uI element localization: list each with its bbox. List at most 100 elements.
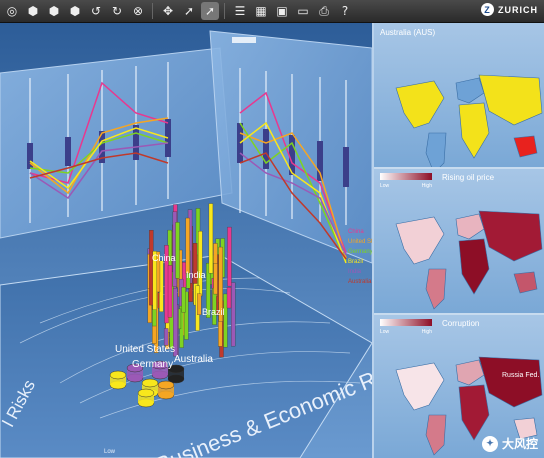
view-side-icon: ⬢ [48, 4, 60, 18]
disc-top [157, 380, 175, 390]
world-map-oil-price[interactable] [374, 169, 544, 313]
brand-name: ZURICH [498, 4, 538, 15]
bar-mark[interactable] [181, 287, 186, 313]
reset-button[interactable]: ⊗ [129, 2, 147, 20]
help-button[interactable]: ? [336, 2, 354, 20]
open-folder-button[interactable]: ▭ [294, 2, 312, 20]
legend-gradient [380, 319, 432, 326]
select-button[interactable]: ➚ [180, 2, 198, 20]
bar-mark[interactable] [208, 203, 214, 274]
bar-mark[interactable] [197, 293, 202, 315]
map-region-south-america[interactable] [425, 414, 447, 456]
map-region-asia[interactable] [478, 74, 543, 126]
calendar-button[interactable]: ▦ [252, 2, 270, 20]
toolbar: ◎ ⬢ ⬢ ⬢ ↺ ↻ ⊗ ✥ ➚ ➚ ☰ ▦ ▣ ▭ ⎙? [0, 0, 544, 23]
series-label: Australia [348, 279, 372, 285]
series-label: United States [348, 239, 372, 245]
bar-mark[interactable] [167, 265, 173, 318]
legend-high: High [421, 183, 432, 189]
bar-mark[interactable] [223, 293, 228, 348]
watermark-text: 大风控 [501, 437, 538, 451]
map-region-europe[interactable] [455, 359, 485, 386]
3d-scene[interactable]: China India Brazil United States Germany… [0, 23, 372, 458]
floor-low-label: Low [104, 449, 116, 455]
map-title: Rising oil price [442, 173, 495, 182]
country-label-brazil: Brazil [202, 307, 225, 317]
map-region-north-america[interactable] [395, 80, 445, 129]
rotate-right-button[interactable]: ↻ [108, 2, 126, 20]
pointer-button[interactable]: ➚ [201, 2, 219, 20]
print-icon: ⎙ [319, 3, 329, 18]
bar-mark[interactable] [163, 328, 169, 346]
map-legend: Low High Corruption [380, 319, 480, 335]
map-region-asia[interactable] [478, 356, 543, 408]
save-icon: ▣ [276, 4, 288, 18]
view-iso-button[interactable]: ⬢ [66, 2, 84, 20]
view-top-button[interactable]: ◎ [3, 2, 21, 20]
disc-top [141, 378, 159, 388]
watermark: ✦ 大风控 [481, 435, 538, 452]
rotate-right-icon: ↻ [111, 4, 123, 18]
bar-mark[interactable] [185, 217, 190, 274]
country-label-china: China [152, 253, 176, 263]
map-region-australia[interactable] [513, 271, 538, 294]
view-front-icon: ⬢ [27, 4, 39, 18]
map-region-africa[interactable] [458, 102, 490, 159]
box-plot [65, 137, 71, 166]
map-panel-selected-country[interactable]: Australia (AUS) [374, 23, 544, 169]
scene-canvas[interactable]: China India Brazil United States Germany… [0, 23, 372, 458]
map-region-europe[interactable] [455, 77, 485, 104]
legend-gradient [380, 173, 432, 180]
list-button[interactable]: ☰ [231, 2, 249, 20]
map-region-europe[interactable] [455, 213, 485, 240]
map-region-africa[interactable] [458, 384, 490, 441]
bar-mark[interactable] [231, 282, 236, 347]
open-folder-icon: ▭ [297, 4, 309, 18]
view-front-button[interactable]: ⬢ [24, 2, 42, 20]
country-label-us: United States [115, 344, 175, 355]
bar-mark[interactable] [175, 222, 180, 279]
view-side-button[interactable]: ⬢ [45, 2, 63, 20]
legend-low: Low [380, 329, 390, 335]
wechat-icon: ✦ [481, 435, 498, 452]
map-region-north-america[interactable] [395, 216, 445, 265]
reset-icon: ⊗ [132, 4, 144, 18]
pointer-icon: ➚ [204, 4, 216, 18]
country-label-australia: Australia [174, 354, 213, 365]
bar-mark[interactable] [213, 263, 218, 295]
toolbar-separator [152, 3, 153, 19]
disc-top [137, 388, 155, 398]
print-button[interactable]: ⎙ [315, 2, 333, 20]
brand-logo: Z ZURICH [481, 3, 538, 16]
map-region-asia[interactable] [478, 210, 543, 262]
disc-top [109, 370, 127, 380]
map-region-australia[interactable] [513, 135, 538, 158]
series-label: Germany [348, 249, 372, 255]
bar-mark[interactable] [227, 226, 232, 287]
world-map-highlight[interactable] [374, 23, 544, 167]
map-legend: Low High Rising oil price [380, 173, 495, 189]
rotate-left-icon: ↺ [90, 4, 102, 18]
pan-icon: ✥ [162, 4, 174, 18]
map-region-north-america[interactable] [395, 362, 445, 411]
series-label: China [348, 229, 364, 235]
country-label-india: India [186, 270, 206, 280]
view-top-icon: ◎ [6, 4, 18, 18]
save-button[interactable]: ▣ [273, 2, 291, 20]
help-icon: ? [341, 4, 349, 18]
legend-low: Low [380, 183, 390, 189]
map-title: Corruption [442, 319, 480, 328]
view-iso-icon: ⬢ [69, 4, 81, 18]
list-icon: ☰ [234, 4, 246, 18]
calendar-icon: ▦ [255, 4, 267, 18]
map-region-south-america[interactable] [425, 132, 447, 167]
box-plot [133, 125, 139, 160]
rotate-left-button[interactable]: ↺ [87, 2, 105, 20]
map-region-africa[interactable] [458, 238, 490, 295]
map-region-south-america[interactable] [425, 268, 447, 310]
zurich-logo-icon: Z [481, 3, 494, 16]
bar-mark[interactable] [226, 287, 232, 309]
pan-button[interactable]: ✥ [159, 2, 177, 20]
map-panel-oil-price[interactable]: Low High Rising oil price [374, 169, 544, 315]
legend-high: High [421, 329, 432, 335]
